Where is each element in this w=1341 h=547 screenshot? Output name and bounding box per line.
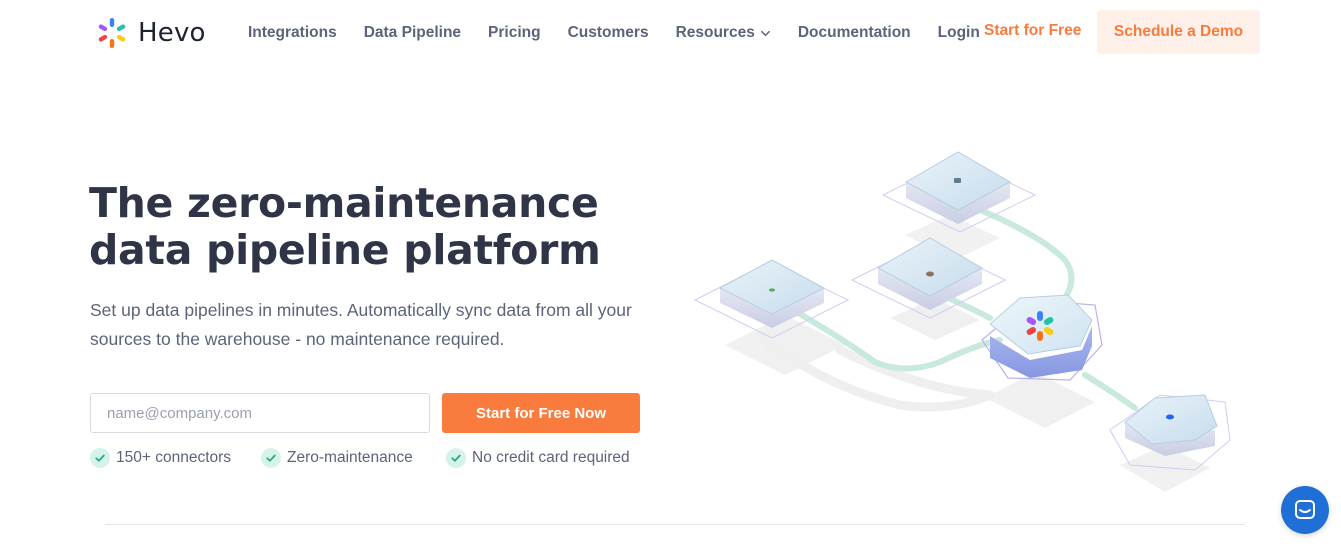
- hero-subtext: Set up data pipelines in minutes. Automa…: [90, 300, 632, 349]
- chevron-down-icon: [760, 30, 770, 36]
- chat-icon: [1295, 500, 1315, 519]
- nav-item-customers[interactable]: Customers: [568, 24, 649, 42]
- pipeline-illustration: [690, 140, 1250, 510]
- section-divider: [105, 524, 1245, 525]
- source-tile-middle: [850, 237, 1007, 319]
- feature-connectors: 150+ connectors: [90, 448, 231, 468]
- headline-line-2: data pipeline platform: [89, 226, 601, 274]
- headline-line-1: The zero-maintenance: [89, 179, 599, 227]
- nav-item-data-pipeline[interactable]: Data Pipeline: [364, 24, 461, 42]
- check-icon: [261, 448, 281, 468]
- feature-label: Zero-maintenance: [287, 449, 413, 466]
- site-header: Hevo Integrations Data Pipeline Pricing …: [0, 0, 1341, 66]
- nav-item-label: Integrations: [248, 24, 337, 41]
- email-input[interactable]: [90, 393, 430, 433]
- hevo-logo-icon: [98, 18, 126, 48]
- pipeline-illustration-svg: [693, 151, 1231, 492]
- start-for-free-link[interactable]: Start for Free: [984, 22, 1081, 40]
- nav-item-label: Data Pipeline: [363, 24, 462, 41]
- nav-item-resources[interactable]: Resources: [676, 24, 771, 42]
- main-nav: Integrations Data Pipeline Pricing Custo…: [248, 22, 980, 44]
- start-free-now-button[interactable]: Start for Free Now: [442, 393, 640, 433]
- nav-item-label: Pricing: [488, 24, 541, 41]
- hero-headline: The zero-maintenance data pipeline platf…: [89, 180, 601, 274]
- source-tile-top: [881, 151, 1037, 233]
- nav-item-pricing[interactable]: Pricing: [488, 24, 541, 42]
- nav-item-label: Documentation: [797, 24, 911, 41]
- chat-launcher-button[interactable]: [1281, 486, 1329, 534]
- nav-item-login[interactable]: Login: [938, 24, 980, 42]
- feature-zero-maintenance: Zero-maintenance: [261, 448, 413, 468]
- feature-no-credit-card: No credit card required: [446, 448, 630, 468]
- logo-text: Hevo: [138, 18, 206, 48]
- feature-label: 150+ connectors: [116, 449, 232, 466]
- feature-label: No credit card required: [472, 449, 630, 466]
- nav-item-label: Customers: [567, 24, 649, 41]
- check-icon: [90, 448, 110, 468]
- nav-item-documentation[interactable]: Documentation: [798, 24, 911, 42]
- nav-item-label: Resources: [675, 24, 755, 41]
- nav-item-integrations[interactable]: Integrations: [248, 24, 337, 42]
- tile-shadows: [725, 215, 1210, 492]
- hevo-logo[interactable]: Hevo: [92, 13, 206, 53]
- schedule-demo-button[interactable]: Schedule a Demo: [1097, 10, 1260, 54]
- nav-item-label: Login: [937, 24, 980, 41]
- check-icon: [446, 448, 466, 468]
